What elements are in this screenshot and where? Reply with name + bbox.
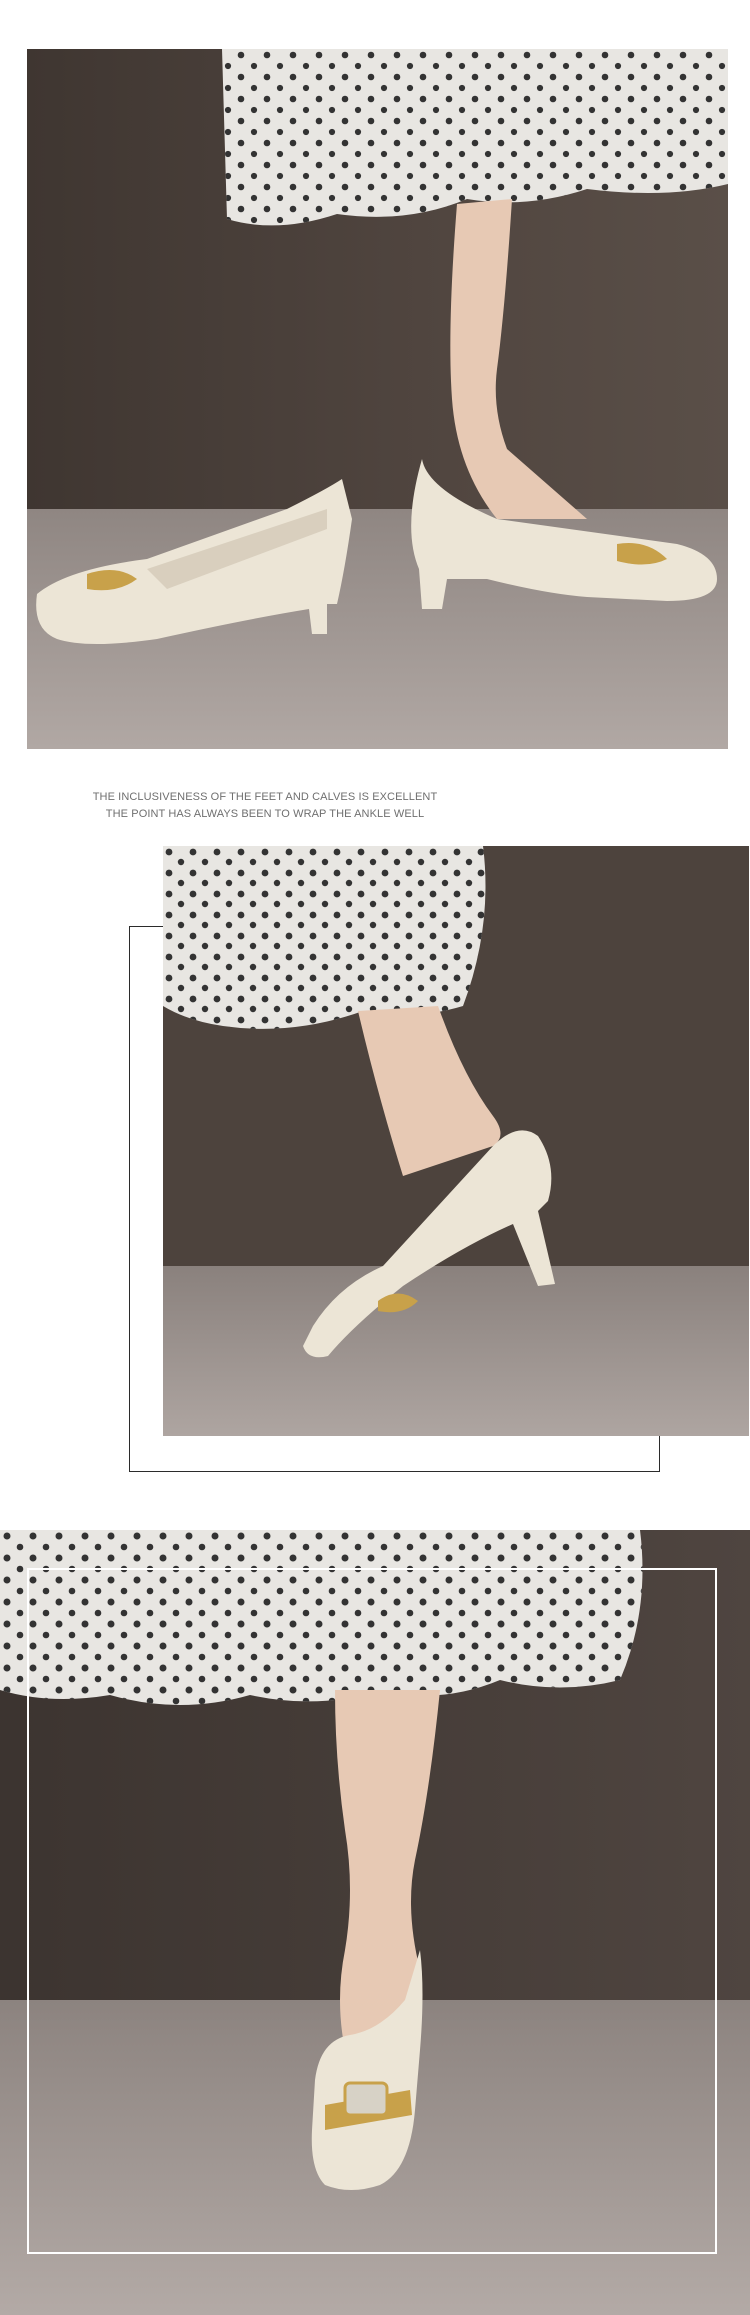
product-photo-side-view — [163, 846, 749, 1436]
caption-line-2: THE POINT HAS ALWAYS BEEN TO WRAP THE AN… — [105, 808, 425, 820]
product-photo-pair-of-pumps — [27, 49, 728, 749]
feature-caption: THE INCLUSIVENESS OF THE FEET AND CALVES… — [85, 789, 445, 823]
caption-line-1: THE INCLUSIVENESS OF THE FEET AND CALVES… — [92, 791, 438, 803]
photo-side-illustration — [163, 846, 749, 1436]
decorative-frame-dark-top — [129, 926, 163, 927]
photo-pair-illustration — [27, 49, 728, 749]
decorative-frame-light — [27, 1568, 717, 2254]
